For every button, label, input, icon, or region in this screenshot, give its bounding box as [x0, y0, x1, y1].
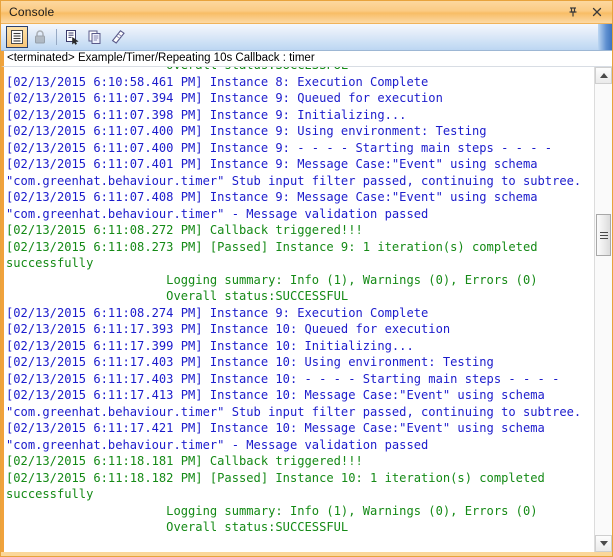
window-bottom-edge: [1, 552, 612, 556]
vertical-scrollbar[interactable]: [594, 67, 612, 552]
console-line: successfully: [6, 487, 94, 501]
lines-icon: [11, 30, 23, 44]
console-line: [02/13/2015 6:11:08.272 PM] Callback tri…: [6, 223, 363, 237]
console-line: Logging summary: Info (1), Warnings (0),…: [6, 503, 538, 518]
clear-console-button[interactable]: [6, 26, 28, 48]
scroll-down-arrow-icon: [599, 541, 608, 546]
console-line: [02/13/2015 6:11:17.403 PM] Instance 10:…: [6, 371, 560, 386]
launch-status-line: <terminated> Example/Timer/Repeating 10s…: [1, 51, 612, 66]
console-line: "com.greenhat.behaviour.timer" - Message…: [6, 206, 429, 221]
console-line: [02/13/2015 6:11:08.274 PM] Instance 9: …: [6, 305, 429, 320]
select-pointer-icon: [66, 30, 79, 45]
console-line: [02/13/2015 6:11:17.403 PM] Instance 10:…: [6, 355, 494, 369]
console-line: "com.greenhat.behaviour.timer" - Message…: [6, 437, 429, 452]
console-line: [02/13/2015 6:10:58.461 PM] Instance 8: …: [6, 74, 429, 89]
console-line: "com.greenhat.behaviour.timer" Stub inpu…: [6, 404, 582, 419]
console-line: [02/13/2015 6:11:07.398 PM] Instance 9: …: [6, 107, 407, 122]
scrollbar-thumb[interactable]: [596, 214, 611, 256]
close-button[interactable]: [590, 5, 604, 19]
console-line: [02/13/2015 6:11:07.408 PM] Instance 9: …: [6, 190, 538, 204]
scroll-up-arrow-icon: [599, 73, 608, 78]
toolbar: [1, 24, 612, 51]
open-console-button[interactable]: [84, 26, 106, 48]
console-line: [02/13/2015 6:11:17.421 PM] Instance 10:…: [6, 421, 545, 435]
title-bar-buttons: [566, 5, 608, 19]
scroll-up-button[interactable]: [595, 67, 612, 84]
console-line: [02/13/2015 6:11:17.393 PM] Instance 10:…: [6, 322, 451, 336]
console-window: Console <terminated> Example/Timer/Repea…: [0, 0, 613, 557]
grip-icon: [599, 230, 608, 241]
console-line: Overall status:SUCCESSFUL: [6, 67, 592, 74]
pin-button[interactable]: [566, 5, 580, 19]
scroll-lock-button[interactable]: [29, 26, 51, 48]
console-body: Overall status:SUCCESSFUL[02/13/2015 6:1…: [1, 66, 612, 552]
toolbar-separator: [56, 29, 57, 45]
console-line: [02/13/2015 6:11:17.399 PM] Instance 10:…: [6, 338, 414, 353]
console-line: [02/13/2015 6:11:07.401 PM] Instance 9: …: [6, 157, 538, 171]
page-title: Console: [9, 5, 55, 19]
scroll-down-button[interactable]: [595, 535, 612, 552]
console-line: [02/13/2015 6:11:08.273 PM] [Passed] Ins…: [6, 239, 538, 254]
console-line: [02/13/2015 6:11:18.182 PM] [Passed] Ins…: [6, 470, 545, 485]
copy-pages-icon: [88, 30, 101, 44]
clear-all-button[interactable]: [107, 26, 129, 48]
pin-console-button[interactable]: [61, 26, 83, 48]
console-output[interactable]: Overall status:SUCCESSFUL[02/13/2015 6:1…: [4, 67, 594, 552]
console-line: "com.greenhat.behaviour.timer" Stub inpu…: [6, 173, 582, 188]
console-line: Overall status:SUCCESSFUL: [6, 289, 349, 303]
title-bar: Console: [1, 1, 612, 24]
console-line: Logging summary: Info (1), Warnings (0),…: [6, 272, 538, 287]
scrollbar-track[interactable]: [595, 84, 612, 535]
console-line: [02/13/2015 6:11:07.400 PM] Instance 9: …: [6, 140, 553, 155]
console-line: successfully: [6, 256, 94, 270]
console-line: Overall status:SUCCESSFUL: [6, 520, 349, 534]
console-line: [02/13/2015 6:11:07.394 PM] Instance 9: …: [6, 91, 443, 105]
console-line: [02/13/2015 6:11:07.400 PM] Instance 9: …: [6, 124, 487, 138]
console-line: [02/13/2015 6:11:18.181 PM] Callback tri…: [6, 454, 363, 468]
console-line: [02/13/2015 6:11:17.413 PM] Instance 10:…: [6, 388, 545, 402]
lock-icon: [35, 30, 45, 44]
eraser-icon: [111, 30, 125, 44]
